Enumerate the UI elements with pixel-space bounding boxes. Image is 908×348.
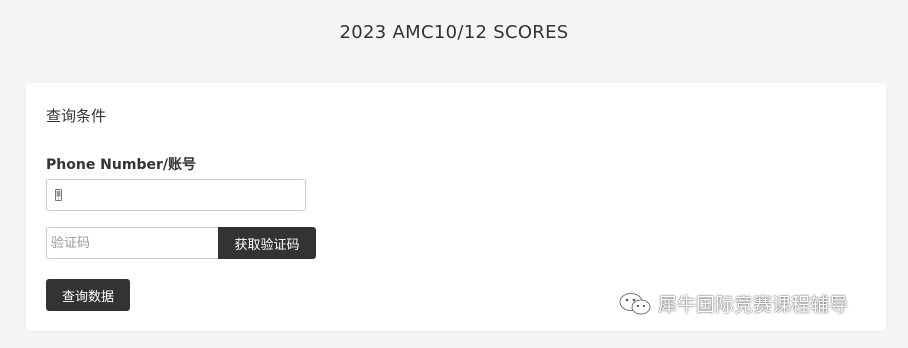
- mobile-phone-icon: [55, 189, 62, 201]
- watermark: 犀牛国际竞赛课程辅导: [618, 290, 848, 317]
- wechat-icon: [618, 291, 651, 314]
- page-title: 2023 AMC10/12 SCORES: [339, 21, 569, 43]
- verification-code-input[interactable]: [46, 227, 218, 259]
- get-code-button[interactable]: 获取验证码: [218, 227, 316, 259]
- form-title: 查询条件: [46, 107, 107, 125]
- page-header: 2023 AMC10/12 SCORES: [0, 0, 908, 66]
- phone-field[interactable]: [46, 179, 306, 211]
- watermark-text: 犀牛国际竞赛课程辅导: [658, 294, 849, 316]
- phone-label: Phone Number/账号: [46, 157, 196, 173]
- query-button[interactable]: 查询数据: [46, 279, 130, 311]
- phone-input[interactable]: [62, 181, 305, 209]
- verification-row: 获取验证码: [46, 227, 316, 259]
